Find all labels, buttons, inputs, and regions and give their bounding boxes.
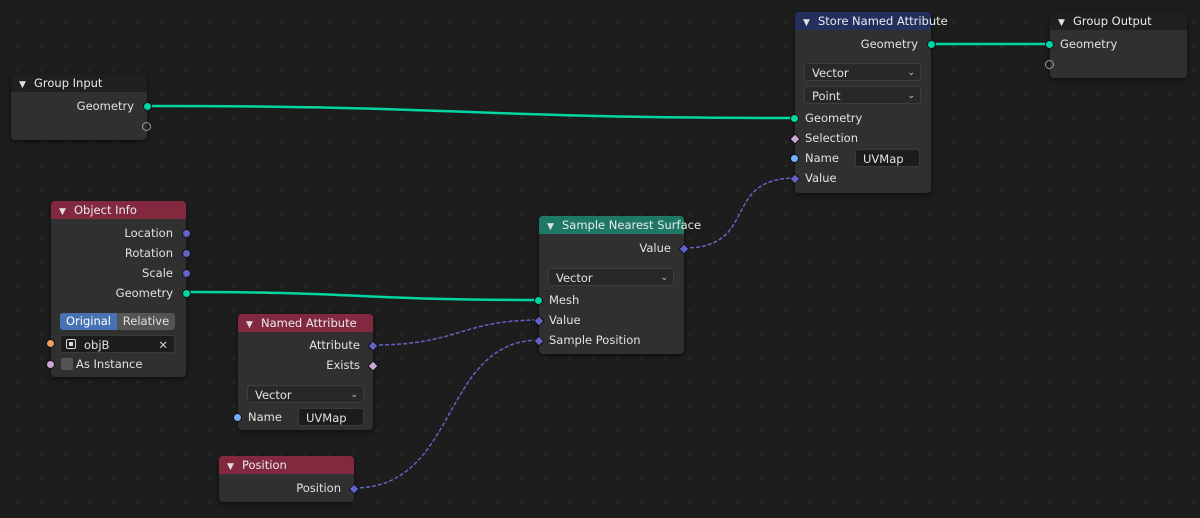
input-label-mesh: Mesh: [549, 293, 580, 307]
node-header[interactable]: ▼ Sample Nearest Surface: [539, 216, 701, 236]
scale-output-socket[interactable]: [182, 269, 191, 278]
input-label-geometry: Geometry: [805, 111, 863, 125]
as-instance-checkbox[interactable]: [61, 358, 73, 370]
empty-output-socket[interactable]: [142, 122, 151, 131]
input-label-name: Name: [805, 151, 839, 165]
node-title: Named Attribute: [261, 316, 357, 330]
as-instance-input-socket[interactable]: [46, 360, 55, 369]
sample-nearest-surface-node[interactable]: ▼ Sample Nearest Surface Value Vector ⌄ M…: [533, 216, 701, 354]
output-label-geometry: Geometry: [76, 99, 134, 113]
relative-toggle[interactable]: Relative: [117, 313, 175, 330]
chevron-down-icon: ⌄: [350, 390, 358, 400]
node-header[interactable]: ▼ Store Named Attribute: [795, 12, 948, 32]
location-output-socket[interactable]: [182, 229, 191, 238]
node-header[interactable]: ▼ Object Info: [51, 201, 186, 219]
output-label-attribute: Attribute: [309, 338, 360, 352]
name-label: Name: [248, 410, 282, 424]
name-field[interactable]: UVMap: [855, 149, 920, 167]
group-output-node[interactable]: ▼ Group Output Geometry: [1045, 12, 1187, 78]
node-title: Position: [242, 458, 287, 472]
original-toggle[interactable]: Original: [60, 313, 117, 330]
output-label-geometry: Geometry: [860, 37, 918, 51]
input-label-geometry: Geometry: [1060, 37, 1118, 51]
data-type-value: Vector: [255, 388, 292, 402]
link-sample-value-to-store-value[interactable]: [683, 177, 797, 249]
chevron-down-icon: ⌄: [660, 273, 668, 283]
named-attribute-node[interactable]: ▼ Named Attribute Attribute Exists Vector…: [233, 314, 379, 430]
node-title: Sample Nearest Surface: [562, 218, 702, 232]
name-input-socket[interactable]: [233, 413, 242, 422]
group-input-node[interactable]: ▼ Group Input Geometry: [11, 74, 152, 140]
name-field[interactable]: UVMap: [298, 408, 364, 426]
link-named-attribute-to-sample-value[interactable]: [372, 319, 541, 346]
link-object-info-geometry-to-sample-mesh[interactable]: [185, 290, 541, 302]
output-label-geometry: Geometry: [115, 286, 173, 300]
link-position-to-sample-position[interactable]: [353, 339, 541, 489]
geometry-input-socket[interactable]: [1045, 40, 1054, 49]
data-type-dropdown[interactable]: Vector ⌄: [804, 63, 921, 81]
node-header[interactable]: ▼ Named Attribute: [238, 314, 373, 332]
output-label-position: Position: [296, 481, 341, 495]
chevron-down-icon: ⌄: [907, 68, 915, 78]
chevron-down-icon[interactable]: ▼: [246, 316, 258, 334]
rotation-output-socket[interactable]: [182, 249, 191, 258]
object-info-node[interactable]: ▼ Object Info Location Rotation Scale Geo…: [46, 201, 191, 377]
empty-input-socket[interactable]: [1045, 60, 1054, 69]
store-named-attribute-node[interactable]: ▼ Store Named Attribute Geometry Vector ⌄…: [789, 12, 948, 193]
input-label-value: Value: [805, 171, 837, 185]
object-value: objB: [84, 338, 110, 352]
chevron-down-icon[interactable]: ▼: [59, 203, 71, 221]
chevron-down-icon: ⌄: [907, 91, 915, 101]
object-field[interactable]: objB ✕: [60, 335, 175, 353]
data-type-value: Vector: [556, 271, 593, 285]
node-title: Store Named Attribute: [818, 14, 948, 28]
input-label-selection: Selection: [805, 131, 858, 145]
position-node[interactable]: ▼ Position Position: [219, 456, 360, 502]
chevron-down-icon[interactable]: ▼: [1058, 14, 1070, 32]
input-label-sample-position: Sample Position: [549, 333, 641, 347]
node-title: Group Input: [34, 76, 103, 90]
data-type-dropdown[interactable]: Vector ⌄: [247, 385, 364, 403]
geometry-input-socket[interactable]: [790, 114, 799, 123]
output-label-scale: Scale: [142, 266, 173, 280]
node-header[interactable]: ▼ Group Input: [11, 74, 147, 92]
as-instance-label: As Instance: [76, 357, 143, 371]
object-input-socket[interactable]: [46, 339, 55, 348]
output-label-value: Value: [639, 241, 671, 255]
chevron-down-icon[interactable]: ▼: [547, 218, 559, 236]
chevron-down-icon[interactable]: ▼: [803, 14, 815, 32]
node-title: Object Info: [74, 203, 137, 217]
geometry-output-socket[interactable]: [927, 40, 936, 49]
link-group-input-geometry-to-store-geometry[interactable]: [145, 104, 797, 120]
output-label-location: Location: [124, 226, 173, 240]
output-label-rotation: Rotation: [124, 246, 173, 260]
node-header[interactable]: ▼ Position: [219, 456, 354, 474]
object-icon: [66, 339, 76, 349]
domain-value: Point: [812, 89, 841, 103]
data-type-value: Vector: [812, 66, 849, 80]
mesh-input-socket[interactable]: [534, 296, 543, 305]
geometry-output-socket[interactable]: [182, 289, 191, 298]
chevron-down-icon[interactable]: ▼: [19, 76, 31, 94]
node-header[interactable]: ▼ Group Output: [1050, 12, 1187, 30]
output-label-exists: Exists: [326, 358, 360, 372]
geometry-output-socket[interactable]: [143, 102, 152, 111]
name-input-socket[interactable]: [790, 154, 799, 163]
data-type-dropdown[interactable]: Vector ⌄: [548, 268, 674, 286]
close-icon[interactable]: ✕: [158, 336, 168, 354]
node-title: Group Output: [1073, 14, 1152, 28]
domain-dropdown[interactable]: Point ⌄: [804, 86, 921, 104]
input-label-value: Value: [549, 313, 581, 327]
chevron-down-icon[interactable]: ▼: [227, 458, 239, 476]
